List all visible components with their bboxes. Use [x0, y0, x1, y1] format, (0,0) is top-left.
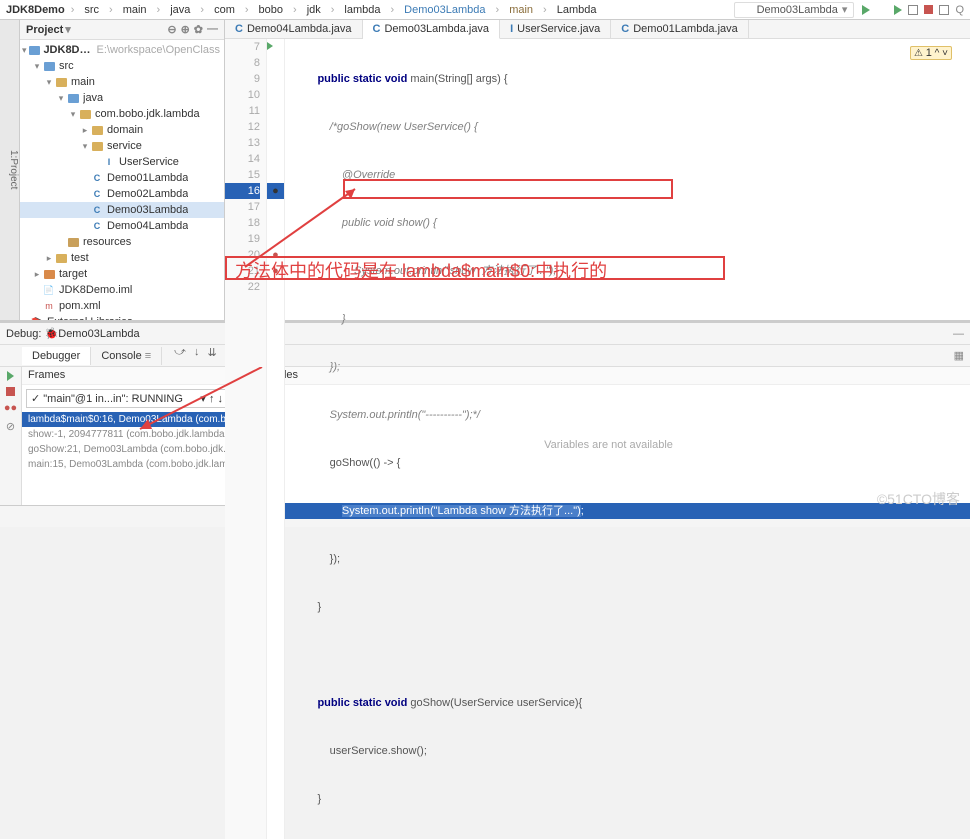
- resume-icon[interactable]: [7, 371, 14, 381]
- tab-demo03[interactable]: CDemo03Lambda.java: [363, 20, 501, 39]
- debug-side-toolbar: ●● ⊘: [0, 367, 22, 505]
- frames-header: Frames: [22, 367, 246, 385]
- frame-item[interactable]: main:15, Demo03Lambda (com.bobo.jdk.lamb…: [22, 457, 246, 472]
- frame-item[interactable]: lambda$main$0:16, Demo03Lambda (com.bobo…: [22, 412, 246, 427]
- project-panel-header[interactable]: Project▾ ⊖ ⊕ ✿ —: [20, 20, 224, 40]
- frame-item[interactable]: goShow:21, Demo03Lambda (com.bobo.jdk.la…: [22, 442, 246, 457]
- annotation-text: 方法体中的代码是在 lambda$main$0:中执行的: [235, 257, 607, 283]
- tab-debugger[interactable]: Debugger: [22, 347, 91, 365]
- step-over-icon[interactable]: ⤻: [174, 346, 186, 365]
- left-tool-strip[interactable]: 1:Project: [0, 20, 20, 320]
- collapse-icon[interactable]: ⊖: [167, 23, 176, 36]
- layout-icon[interactable]: [939, 5, 949, 15]
- line-numbers: 78910111213141516171819202122: [225, 39, 267, 839]
- tab-console[interactable]: Console ≡: [91, 347, 162, 365]
- step-into-icon[interactable]: ↓: [194, 346, 200, 365]
- editor: CDemo04Lambda.java CDemo03Lambda.java IU…: [225, 20, 970, 320]
- breakpoints-icon[interactable]: ●●: [4, 402, 17, 414]
- run-coverage-icon[interactable]: [894, 5, 902, 15]
- code-area[interactable]: 78910111213141516171819202122 ● ● ● publ…: [225, 39, 970, 839]
- mute-icon[interactable]: ⊘: [6, 420, 15, 433]
- editor-tabs: CDemo04Lambda.java CDemo03Lambda.java IU…: [225, 20, 970, 39]
- run-toolbar: Q: [862, 4, 964, 16]
- attach-icon[interactable]: [908, 5, 918, 15]
- frame-item[interactable]: show:-1, 2094777811 (com.bobo.jdk.lambda…: [22, 427, 246, 442]
- tab-demo04[interactable]: CDemo04Lambda.java: [225, 20, 363, 38]
- inspection-badge[interactable]: ⚠ 1 ^ ˅: [910, 46, 952, 60]
- project-tool-window: Project▾ ⊖ ⊕ ✿ — ▾JDK8Demo E:\workspace\…: [20, 20, 225, 320]
- watermark: ©51CTO博客: [877, 489, 960, 509]
- breadcrumb[interactable]: JDK8Demo› src› main› java› com› bobo› jd…: [6, 3, 734, 17]
- force-step-icon[interactable]: ⇊: [207, 346, 216, 365]
- bug-icon: 🐞: [45, 327, 59, 340]
- tab-userservice[interactable]: IUserService.java: [500, 20, 611, 38]
- navigation-bar: JDK8Demo› src› main› java› com› bobo› jd…: [0, 0, 970, 20]
- frames-panel: Frames ✓ "main"@1 in...in": RUNNING▾ ↑ ↓…: [22, 367, 247, 505]
- stop-icon[interactable]: [6, 387, 15, 396]
- project-tree[interactable]: ▾JDK8Demo E:\workspace\OpenClass ▾src ▾m…: [20, 40, 224, 320]
- tab-demo01[interactable]: CDemo01Lambda.java: [611, 20, 749, 38]
- thread-selector[interactable]: ✓ "main"@1 in...in": RUNNING▾ ↑ ↓ ▼: [26, 389, 242, 408]
- debug-icon[interactable]: [876, 4, 888, 16]
- tree-item-demo03: CDemo03Lambda: [20, 202, 224, 218]
- search-icon[interactable]: Q: [955, 4, 964, 16]
- select-file-icon[interactable]: ⊕: [181, 23, 190, 36]
- hide-icon[interactable]: —: [207, 23, 218, 36]
- settings-icon[interactable]: ✿: [194, 23, 203, 36]
- gutter-icons: ● ● ●: [267, 39, 285, 839]
- run-icon[interactable]: [862, 5, 870, 15]
- stop-icon[interactable]: [924, 5, 933, 14]
- bug-icon: [741, 4, 753, 16]
- run-config-selector[interactable]: Demo03Lambda▾: [734, 2, 855, 18]
